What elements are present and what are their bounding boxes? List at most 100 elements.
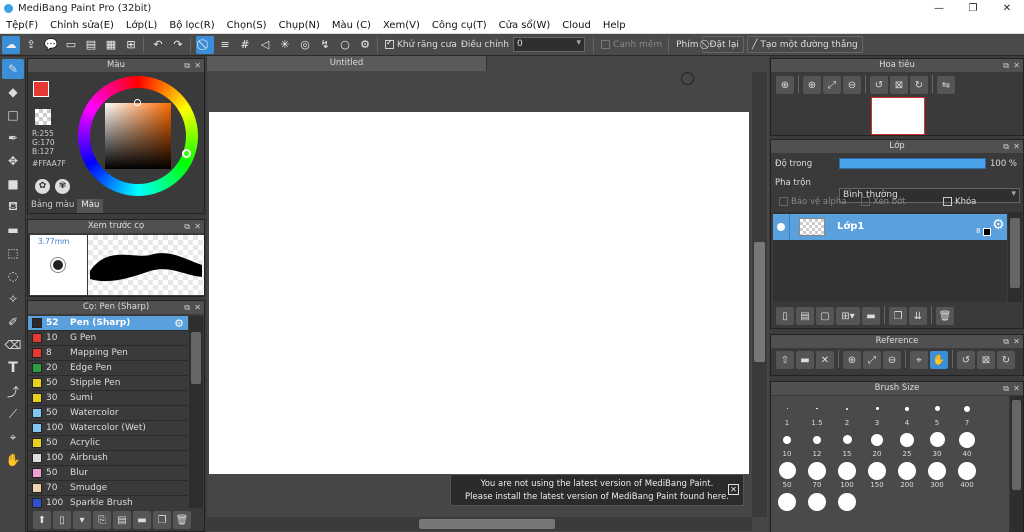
- menu-help[interactable]: Help: [597, 20, 632, 31]
- brush-list-item[interactable]: 30 Sumi: [28, 391, 188, 406]
- brush-list-item[interactable]: 50 Blur: [28, 466, 188, 481]
- bucket-tool-icon[interactable]: ⛾: [2, 197, 24, 217]
- drawing-canvas[interactable]: [209, 112, 749, 474]
- brush-size-cell[interactable]: 40: [952, 429, 982, 459]
- layer-folder-icon[interactable]: ▬: [862, 307, 880, 325]
- reference-rotate-left-icon[interactable]: ↺: [957, 351, 975, 369]
- rotate-reset-icon[interactable]: ⊠: [890, 76, 908, 94]
- menu-edit[interactable]: Chỉnh sửa(E): [44, 20, 120, 31]
- reference-load-icon[interactable]: ⇧: [776, 351, 794, 369]
- transparent-swatch[interactable]: [35, 109, 51, 125]
- brush-list-item[interactable]: 100 Airbrush: [28, 451, 188, 466]
- undock-icon[interactable]: ⧉: [1003, 140, 1009, 153]
- brush-delete-icon[interactable]: 🗑: [173, 511, 191, 529]
- tab-palette[interactable]: Bảng màu: [28, 199, 77, 213]
- cloud-icon[interactable]: ☁: [2, 35, 20, 54]
- brush-list-item[interactable]: 10 G Pen: [28, 331, 188, 346]
- menu-view[interactable]: Xem(V): [377, 20, 426, 31]
- menu-window[interactable]: Cửa sổ(W): [493, 20, 557, 31]
- undo-icon[interactable]: ↶: [149, 36, 167, 54]
- horizontal-scroll-thumb[interactable]: [419, 519, 555, 529]
- undock-icon[interactable]: ⧉: [1003, 59, 1009, 72]
- brush-list-item[interactable]: 100 Sparkle Brush: [28, 496, 188, 508]
- hue-handle[interactable]: [182, 149, 191, 158]
- snap-settings-icon[interactable]: ⚙: [356, 36, 374, 54]
- merge-layer-icon[interactable]: ⇊: [909, 307, 927, 325]
- zoom-out-icon[interactable]: ⊖: [843, 76, 861, 94]
- snap-off-icon[interactable]: ⃠: [196, 35, 214, 54]
- brush-menu-icon[interactable]: ▾: [73, 511, 91, 529]
- tab-color[interactable]: Màu: [77, 199, 104, 213]
- share-icon[interactable]: ⇪: [22, 36, 40, 54]
- brush-size-cell[interactable]: 400: [952, 460, 982, 490]
- zoom-in-icon[interactable]: ⊕: [776, 76, 794, 94]
- saturation-value-square[interactable]: [105, 103, 171, 169]
- snap-curve-icon[interactable]: ↯: [316, 36, 334, 54]
- clipping-toggle[interactable]: Xén bớt: [861, 197, 906, 207]
- horizontal-scrollbar[interactable]: [207, 517, 752, 531]
- undock-icon[interactable]: ⧉: [184, 220, 190, 233]
- brush-size-scrollbar[interactable]: [1010, 396, 1023, 532]
- menu-select[interactable]: Chọn(S): [221, 20, 273, 31]
- soft-edge-checkbox[interactable]: [600, 39, 610, 49]
- panel-close-icon[interactable]: ✕: [1013, 59, 1020, 72]
- panel-close-icon[interactable]: ✕: [194, 301, 201, 314]
- hand-tool-icon[interactable]: ✋: [2, 450, 24, 470]
- brush-list-item[interactable]: 8 Mapping Pen: [28, 346, 188, 361]
- panel-close-icon[interactable]: ✕: [194, 59, 201, 72]
- primary-color-swatch[interactable]: [33, 81, 49, 97]
- close-button[interactable]: ✕: [990, 0, 1024, 17]
- brush-size-cell[interactable]: 4: [892, 398, 922, 428]
- brush-size-cell[interactable]: 150: [862, 460, 892, 490]
- menu-file[interactable]: Tệp(F): [0, 20, 44, 31]
- eraser-tool-icon[interactable]: ◆: [2, 82, 24, 102]
- brush-size-cell[interactable]: 100: [832, 460, 862, 490]
- brush-size-cell[interactable]: 50: [772, 460, 802, 490]
- reference-rotate-right-icon[interactable]: ↻: [997, 351, 1015, 369]
- brush-size-cell[interactable]: 5: [922, 398, 952, 428]
- redo-icon[interactable]: ↷: [169, 36, 187, 54]
- lock-toggle[interactable]: Khóa: [943, 197, 976, 207]
- layer-add-menu-icon[interactable]: ⊞▾: [836, 307, 860, 325]
- navigator-preview[interactable]: [871, 97, 925, 135]
- brush-copy-icon[interactable]: ⎘: [93, 511, 111, 529]
- antialias-toggle[interactable]: Khử răng cưa: [385, 38, 457, 50]
- scroll-thumb[interactable]: [191, 332, 201, 384]
- undock-icon[interactable]: ⧉: [184, 301, 190, 314]
- brush-file-icon[interactable]: ▤: [113, 511, 131, 529]
- reference-zoom-in-icon[interactable]: ⊕: [843, 351, 861, 369]
- soft-edge-toggle[interactable]: Cạnh mềm: [600, 39, 662, 50]
- menu-tools[interactable]: Công cụ(T): [426, 20, 493, 31]
- layer-scrollbar[interactable]: [1008, 212, 1022, 302]
- new-halftone-layer-icon[interactable]: ▤: [796, 307, 814, 325]
- fill-shape-tool-icon[interactable]: ■: [2, 174, 24, 194]
- grid-icon[interactable]: ⊞: [122, 36, 140, 54]
- snap-cross-icon[interactable]: #: [236, 36, 254, 54]
- notice-close-icon[interactable]: ✕: [728, 484, 739, 495]
- reference-hand-icon[interactable]: ✋: [930, 351, 948, 369]
- brush-settings-icon[interactable]: ⚙: [174, 317, 184, 330]
- magic-wand-tool-icon[interactable]: ✧: [2, 289, 24, 309]
- reset-button[interactable]: ⃠Đặt lại: [701, 36, 744, 53]
- select-eraser-tool-icon[interactable]: ⌫: [2, 335, 24, 355]
- brush-list-item[interactable]: 20 Edge Pen: [28, 361, 188, 376]
- straight-line-button[interactable]: ╱ Tạo một đường thẳng: [746, 36, 863, 53]
- undock-icon[interactable]: ⧉: [184, 59, 190, 72]
- palette-settings-icon[interactable]: ✾: [55, 179, 70, 194]
- brush-size-cell[interactable]: 1.5: [802, 398, 832, 428]
- panel-close-icon[interactable]: ✕: [1013, 382, 1020, 395]
- undock-icon[interactable]: ⧉: [1003, 335, 1009, 348]
- brush-size-cell[interactable]: 15: [832, 429, 862, 459]
- adjust-dropdown[interactable]: 0: [512, 37, 585, 52]
- brush-list-item[interactable]: 50 Acrylic: [28, 436, 188, 451]
- visibility-icon[interactable]: [777, 223, 785, 231]
- move-tool-icon[interactable]: ✥: [2, 151, 24, 171]
- reference-zoom-out-icon[interactable]: ⊖: [883, 351, 901, 369]
- duplicate-layer-icon[interactable]: ❐: [889, 307, 907, 325]
- vertical-scroll-thumb[interactable]: [754, 242, 765, 362]
- brush-size-cell[interactable]: 30: [922, 429, 952, 459]
- brush-size-cell[interactable]: [802, 491, 832, 521]
- color-handle[interactable]: [134, 99, 141, 106]
- snap-ellipse-icon[interactable]: ○: [336, 36, 354, 54]
- eyedropper-tool-icon[interactable]: ⌖: [2, 427, 24, 447]
